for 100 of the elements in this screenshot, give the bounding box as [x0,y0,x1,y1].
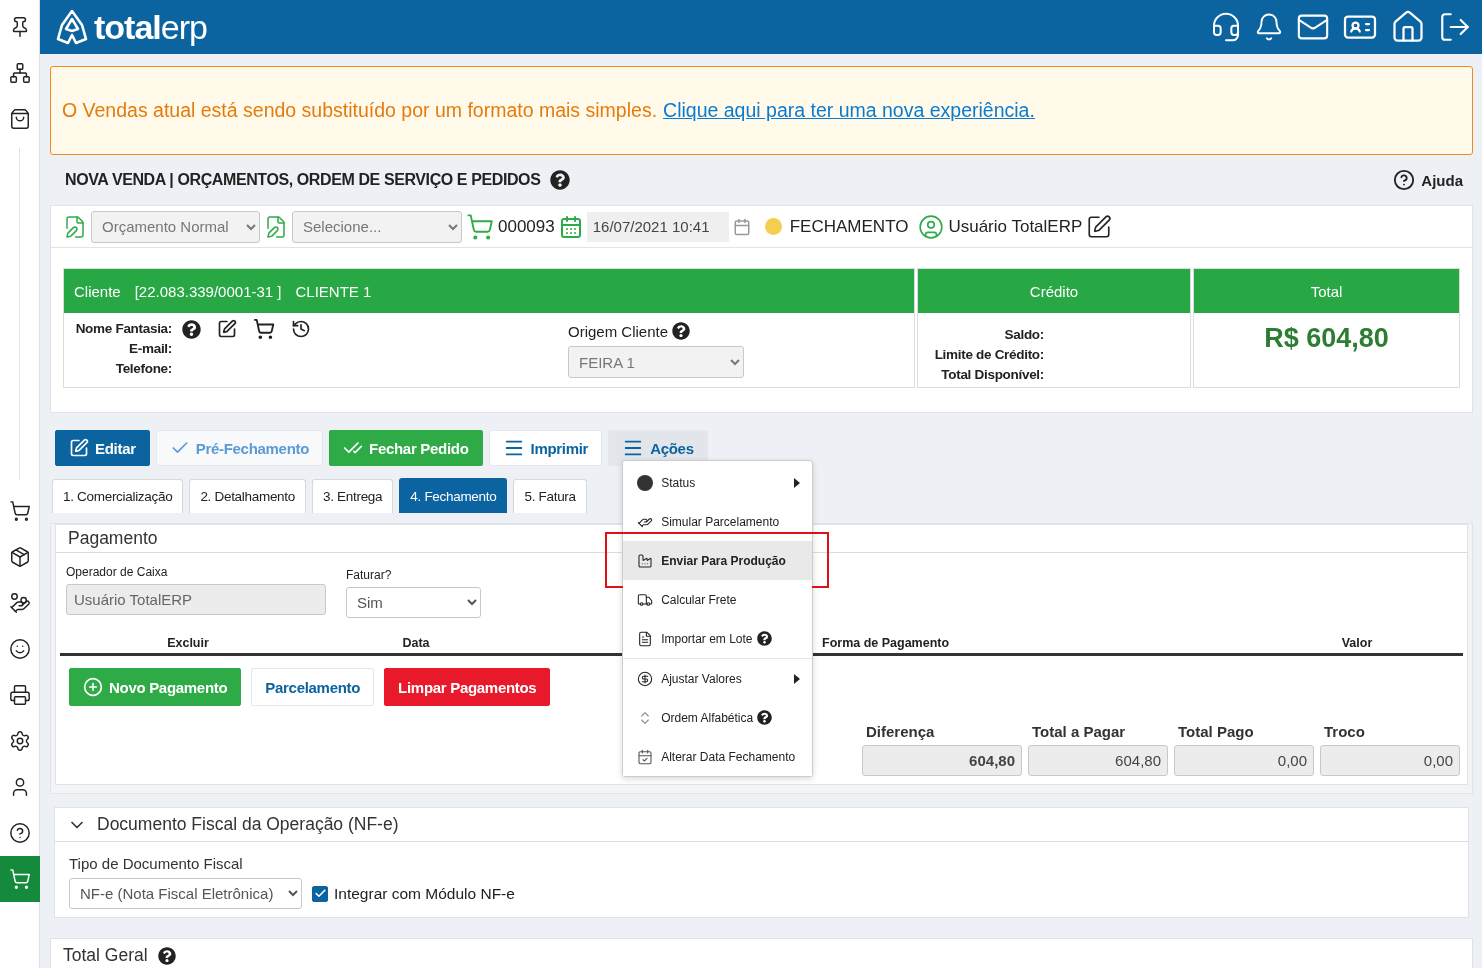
status-dot [764,218,782,235]
field-label: Diferença [865,723,936,740]
dollar-icon [637,670,654,687]
amount-field: 0,00 [1320,745,1460,776]
box-icon[interactable] [8,546,31,568]
field-label: Faturar? [346,568,393,582]
help-icon [1393,169,1416,191]
user-name: Usuário TotalERP [948,216,1083,237]
document-type-select[interactable]: NF-e (Nota Fiscal Eletrônica) [69,878,302,909]
tab[interactable]: 2. Detalhamento [189,479,306,513]
action-button[interactable]: Editar [55,430,150,466]
menu-item[interactable]: Simular Parcelamento [623,502,813,541]
document-icon [637,630,654,647]
section-title: Pagamento [68,528,158,549]
client-label: Cliente [74,282,121,300]
cart-icon[interactable] [253,318,275,340]
invoice-select[interactable]: Sim [346,587,481,618]
field-label: Total a Pagar [1031,723,1127,740]
field-label: Tipo de Documento Fiscal [69,855,244,872]
help-icon[interactable] [756,631,772,646]
edit-icon[interactable] [217,319,237,339]
help-icon[interactable] [550,170,571,190]
menu-item[interactable]: Alterar Data Fechamento [623,737,813,776]
help-icon[interactable] [672,322,691,340]
tab[interactable]: 4. Fechamento [399,478,508,513]
coins-icon[interactable] [8,592,31,614]
origin-select[interactable]: FEIRA 1 [568,346,744,378]
network-icon[interactable] [8,62,31,84]
client-document: [22.083.339/0001-31 ] [134,282,282,300]
operator-field[interactable]: Usuário TotalERP [66,584,326,615]
cart-icon [466,212,494,241]
field-label: Nome Fantasia: [75,320,172,338]
help-link[interactable]: Ajuda [1393,169,1463,191]
checkbox-label: Integrar com Módulo NF-e [334,884,515,903]
amount-field: 604,80 [1028,745,1168,776]
notice-link[interactable]: Clique aqui para ter uma nova experiência. [663,99,1035,122]
order-number: 000093 [498,216,555,237]
column-header: Forma de Pagamento [821,636,951,650]
headset-icon[interactable] [1210,11,1242,43]
field-label: Operador de Caixa [66,565,169,579]
edit-icon[interactable] [1086,213,1113,240]
action-button[interactable]: Imprimir [488,430,603,466]
section-title: Documento Fiscal da Operação (NF-e) [97,814,399,835]
help-icon[interactable] [182,319,201,339]
date-field[interactable]: 16/07/2021 10:41 [586,211,729,242]
home-icon[interactable] [1390,9,1426,45]
menu-item[interactable]: Ajustar Valores [623,659,813,698]
logo-icon [56,9,88,45]
logo-text: totalerp [94,7,207,47]
menu-item[interactable]: Ordem Alfabética [623,698,813,737]
calendar-icon[interactable] [732,217,751,236]
tab[interactable]: 1. Comercialização [52,479,184,513]
help-icon[interactable] [157,946,176,965]
section-title: Total Geral [63,945,148,966]
payment-button[interactable]: Limpar Pagamentos [384,668,551,706]
amount-field: 604,80 [862,745,1022,776]
calendar-icon [637,748,654,765]
option-select[interactable]: Selecione... [292,210,462,243]
field-label: E-mail: [129,340,172,358]
credit-title: Crédito [1029,282,1079,300]
field-label: Telefone: [115,360,172,378]
notice-text: O Vendas atual está sendo substituído por um formato mais simples. [62,99,658,122]
tab[interactable]: 3. Entrega [311,479,394,513]
settings-icon[interactable] [8,730,31,752]
type-select[interactable]: Orçamento Normal [91,210,260,243]
menu-item[interactable]: Importar em Lote [623,619,813,658]
help-icon[interactable] [8,822,31,844]
file-edit-icon[interactable] [63,214,87,239]
column-header: Excluir [166,636,210,650]
field-label: Troco [1323,723,1366,740]
origin-label: Origem Cliente [568,322,669,340]
field-label: Total Disponível: [941,366,1044,384]
circle-icon [637,474,654,491]
bell-icon[interactable] [1254,12,1284,42]
menu-item[interactable]: Calcular Frete [623,580,813,619]
smile-icon[interactable] [8,638,31,660]
help-icon[interactable] [757,710,773,725]
logout-icon[interactable] [1438,10,1472,44]
total-title: Total [1310,282,1343,300]
file-edit-icon[interactable] [264,214,288,239]
field-label: Total Pago [1177,723,1255,740]
field-label: Saldo: [1004,326,1044,344]
printer-icon[interactable] [8,684,31,706]
history-icon[interactable] [291,319,311,339]
column-header: Valor [1340,636,1374,650]
checkbox[interactable] [312,885,328,902]
amount-field: 0,00 [1174,745,1314,776]
page-title: NOVA VENDA | ORÇAMENTOS, ORDEM DE SERVIÇO E PEDIDOS [65,171,541,189]
factory-icon [637,552,654,569]
payment-button[interactable]: Parcelamento [251,668,375,706]
menu-item[interactable]: Status [623,463,813,502]
user-icon [918,213,945,240]
calendar-icon [558,214,583,239]
bag-icon[interactable] [8,108,31,130]
cart-icon[interactable] [8,500,31,522]
tab[interactable]: 5. Fatura [513,479,587,513]
field-label: Limite de Crédito: [934,346,1044,364]
menu-item[interactable]: Enviar Para Produção [623,541,813,580]
edit-icon [69,438,89,458]
status-text: FECHAMENTO [789,216,909,237]
